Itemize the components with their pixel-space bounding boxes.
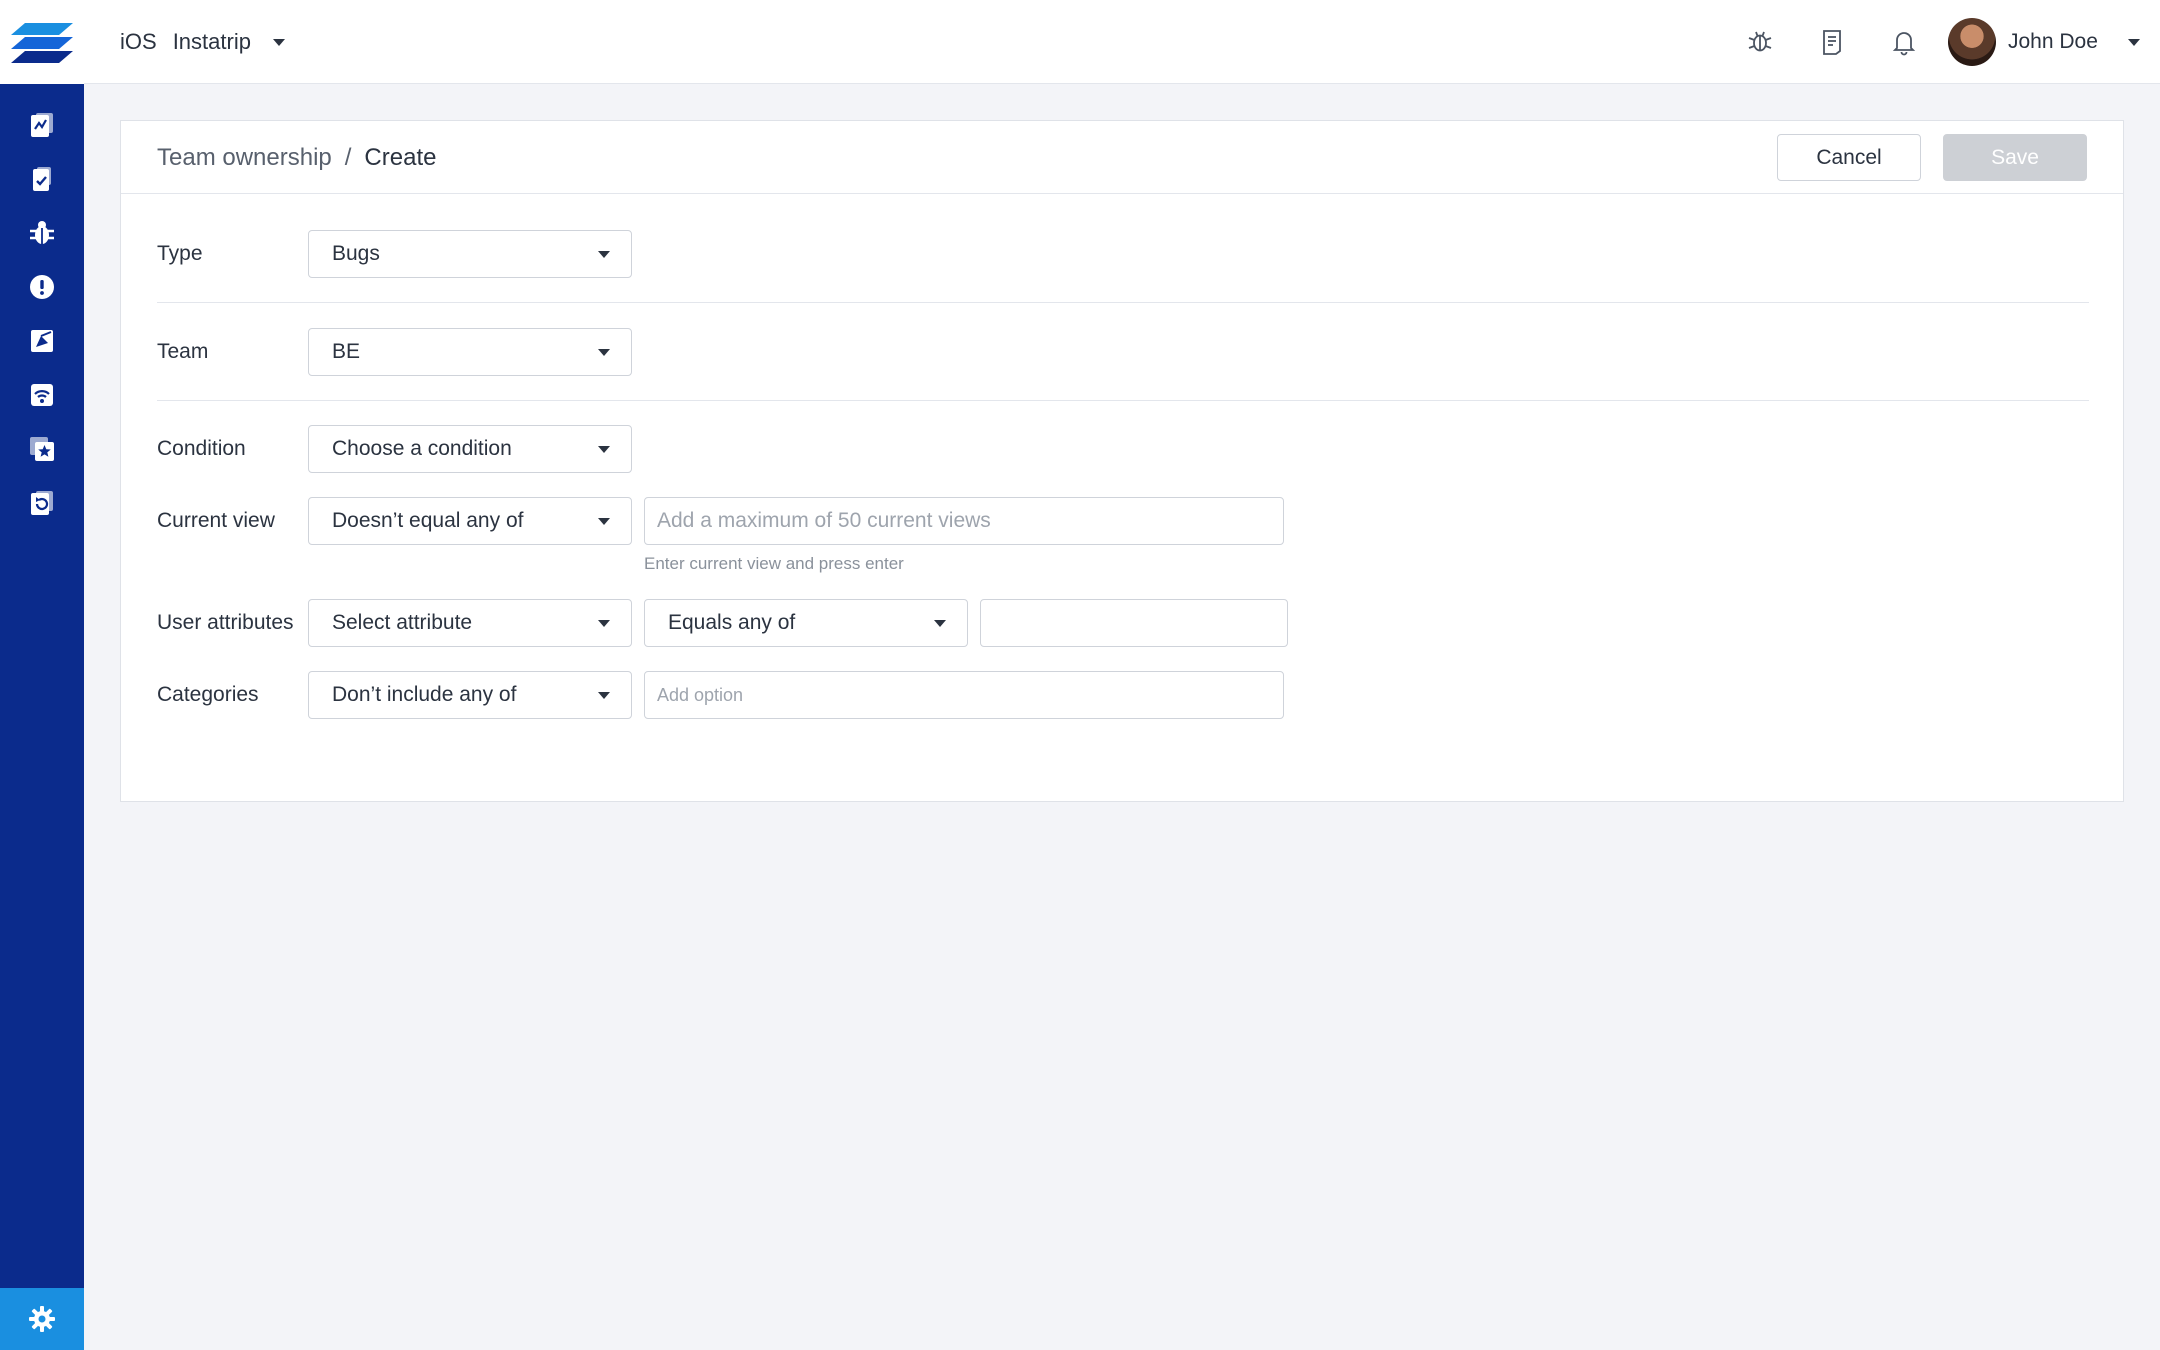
- bug-icon: [30, 221, 54, 244]
- team-select-value: BE: [332, 340, 361, 363]
- user-menu[interactable]: John Doe: [1948, 0, 2140, 84]
- app-switcher[interactable]: iOS Instatrip: [120, 0, 285, 84]
- breadcrumb-current: Create: [364, 143, 437, 171]
- chevron-down-icon: [598, 446, 610, 453]
- chevron-down-icon: [2127, 38, 2140, 46]
- save-button[interactable]: Save: [1943, 134, 2087, 181]
- cancel-button[interactable]: Cancel: [1777, 134, 1921, 181]
- user-attribute-select[interactable]: Select attribute: [308, 599, 632, 647]
- sidebar-item-surveys[interactable]: [0, 314, 84, 368]
- sidebar-item-dashboard[interactable]: [0, 98, 84, 152]
- current-view-helper-text: Enter current view and press enter: [644, 554, 904, 573]
- breadcrumb-parent-link[interactable]: Team ownership: [157, 144, 332, 172]
- chevron-down-icon: [934, 620, 946, 627]
- categories-label: Categories: [157, 683, 259, 706]
- notifications-button[interactable]: [1868, 0, 1940, 84]
- bell-icon: [1892, 32, 1916, 56]
- current-view-label: Current view: [157, 509, 275, 532]
- categories-operator-select[interactable]: Don’t include any of: [308, 671, 632, 719]
- user-name: John Doe: [2008, 30, 2098, 53]
- dashboard-icon: [31, 113, 53, 137]
- current-view-input[interactable]: [644, 497, 1284, 545]
- logo-icon: [11, 23, 73, 63]
- chevron-down-icon: [272, 38, 285, 46]
- team-ownership-card: Team ownership / Create Cancel Save Type…: [120, 120, 2124, 802]
- top-icons: [1724, 0, 1940, 84]
- platform-label: iOS: [120, 29, 157, 54]
- divider: [157, 400, 2089, 401]
- alert-icon: [30, 275, 54, 299]
- avatar: [1948, 18, 1996, 66]
- app-name: Instatrip: [172, 29, 251, 54]
- network-icon: [31, 384, 53, 406]
- sidebar-item-feature-requests[interactable]: [0, 422, 84, 476]
- settings-button[interactable]: [0, 1288, 84, 1350]
- condition-select[interactable]: Choose a condition: [308, 425, 632, 473]
- release-notes-icon: [1823, 30, 1841, 55]
- debug-icon: [1748, 31, 1772, 52]
- gear-icon: [29, 1306, 55, 1332]
- replay-icon: [31, 491, 53, 515]
- survey-icon: [31, 330, 53, 352]
- user-attributes-label: User attributes: [157, 611, 294, 634]
- feature-request-icon: [30, 437, 54, 461]
- user-attribute-select-value: Select attribute: [332, 611, 473, 634]
- sidebar-item-network[interactable]: [0, 368, 84, 422]
- crash-report-icon: [33, 167, 51, 191]
- user-attribute-value-input[interactable]: [980, 599, 1288, 647]
- team-select[interactable]: BE: [308, 328, 632, 376]
- sidebar-item-crashes[interactable]: [0, 152, 84, 206]
- categories-input[interactable]: [644, 671, 1284, 719]
- card-header: Team ownership / Create Cancel Save: [121, 121, 2123, 194]
- breadcrumb-separator: /: [344, 143, 352, 171]
- chevron-down-icon: [598, 349, 610, 356]
- debug-button[interactable]: [1724, 0, 1796, 84]
- sidebar-item-replays[interactable]: [0, 476, 84, 530]
- top-bar: iOS Instatrip John Doe: [84, 0, 2160, 84]
- user-attribute-operator-select[interactable]: Equals any of: [644, 599, 968, 647]
- sidebar-nav: [0, 84, 84, 530]
- chevron-down-icon: [598, 518, 610, 525]
- type-select[interactable]: Bugs: [308, 230, 632, 278]
- current-view-operator-value: Doesn’t equal any of: [332, 509, 524, 532]
- user-attribute-operator-value: Equals any of: [668, 611, 796, 634]
- chevron-down-icon: [598, 692, 610, 699]
- release-notes-button[interactable]: [1796, 0, 1868, 84]
- chevron-down-icon: [598, 620, 610, 627]
- condition-select-value: Choose a condition: [332, 437, 512, 460]
- breadcrumb: Team ownership / Create: [157, 121, 436, 194]
- sidebar-item-bugs[interactable]: [0, 206, 84, 260]
- divider: [157, 302, 2089, 303]
- sidebar: [0, 0, 84, 1350]
- team-label: Team: [157, 340, 209, 363]
- type-label: Type: [157, 242, 203, 265]
- chevron-down-icon: [598, 251, 610, 258]
- type-select-value: Bugs: [332, 242, 380, 265]
- brand-logo[interactable]: [0, 0, 84, 84]
- categories-operator-value: Don’t include any of: [332, 683, 517, 706]
- current-view-operator-select[interactable]: Doesn’t equal any of: [308, 497, 632, 545]
- sidebar-item-alerts[interactable]: [0, 260, 84, 314]
- condition-label: Condition: [157, 437, 246, 460]
